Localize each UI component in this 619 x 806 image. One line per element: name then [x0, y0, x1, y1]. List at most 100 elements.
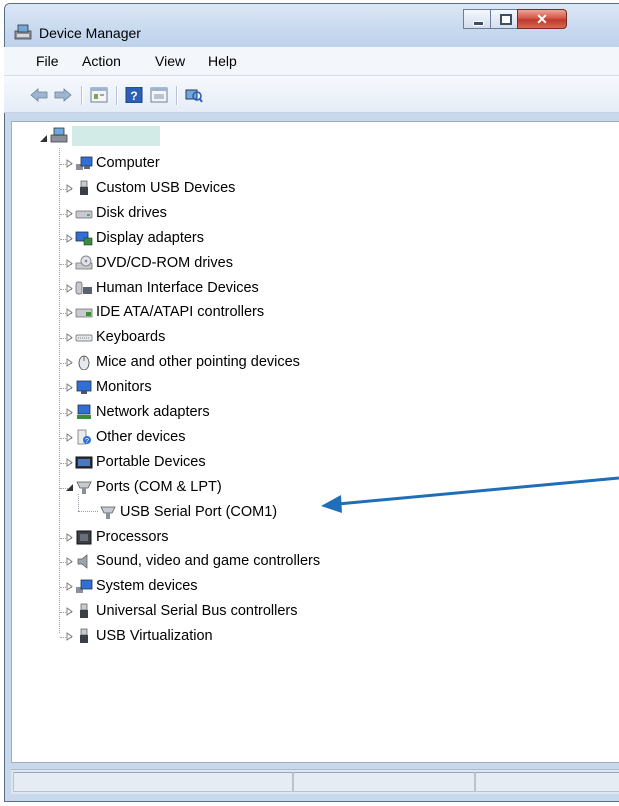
expand-icon[interactable]	[65, 258, 74, 268]
properties-icon[interactable]	[90, 87, 108, 103]
tree-item[interactable]: Human Interface Devices	[12, 277, 612, 299]
expand-icon[interactable]	[65, 233, 74, 243]
maximize-button[interactable]	[490, 9, 518, 29]
tree-item[interactable]: Disk drives	[12, 202, 612, 224]
expand-icon[interactable]	[65, 408, 74, 417]
svg-text:?: ?	[85, 438, 89, 445]
system-devices-icon	[76, 579, 93, 594]
computer-icon	[76, 156, 93, 170]
expand-icon[interactable]	[65, 532, 74, 542]
root-computer-name[interactable]	[72, 126, 160, 146]
svg-text:?: ?	[130, 89, 137, 103]
keyboard-icon	[75, 334, 93, 342]
monitor-icon	[76, 380, 92, 395]
tree-item[interactable]: ? Other devices	[12, 426, 612, 448]
tree-item[interactable]: Computer	[12, 152, 612, 174]
tree-item-label: Other devices	[96, 428, 186, 445]
tree-item-label: Network adapters	[96, 404, 210, 420]
status-bar	[11, 769, 619, 794]
tree-item[interactable]: DVD/CD-ROM drives	[12, 252, 612, 274]
ide-controller-icon	[75, 309, 93, 318]
mouse-icon	[78, 355, 90, 371]
menu-help[interactable]: Help	[208, 53, 237, 69]
status-cell-3	[475, 772, 619, 792]
back-icon[interactable]	[30, 87, 48, 103]
show-hidden-icon[interactable]	[150, 87, 168, 103]
tree-item[interactable]: Universal Serial Bus controllers	[12, 600, 612, 622]
expand-icon[interactable]	[65, 283, 74, 293]
tree-item[interactable]: IDE ATA/ATAPI controllers	[12, 301, 612, 323]
menu-action[interactable]: Action	[82, 53, 121, 69]
expand-icon[interactable]	[65, 159, 74, 168]
tree-item-label: Portable Devices	[96, 453, 206, 470]
expand-icon[interactable]	[65, 333, 74, 343]
toolbar-separator	[81, 86, 83, 105]
tree-item-label: USB Virtualization	[96, 628, 213, 645]
caption-buttons: ✕	[463, 9, 567, 31]
portable-device-icon	[75, 456, 93, 469]
tree-item[interactable]: Keyboards	[12, 326, 612, 348]
status-cell-main	[13, 772, 293, 792]
tree-item[interactable]: Portable Devices	[12, 451, 612, 473]
toolbar-separator	[116, 86, 118, 105]
tree-item-label: IDE ATA/ATAPI controllers	[96, 304, 265, 321]
scan-hardware-icon[interactable]	[185, 87, 203, 103]
window-title: Device Manager	[39, 25, 141, 41]
processor-icon	[76, 530, 92, 544]
menu-bar: File Action View Help	[4, 47, 619, 76]
root-collapse-icon[interactable]	[39, 134, 48, 143]
dvd-drive-icon	[75, 255, 93, 269]
menu-file[interactable]: File	[36, 53, 59, 69]
tree-item[interactable]: Sound, video and game controllers	[12, 550, 612, 572]
tree-item[interactable]: USB Virtualization	[12, 625, 612, 647]
expand-icon[interactable]	[65, 557, 74, 567]
expand-icon[interactable]	[65, 632, 74, 641]
tree-item[interactable]: Custom USB Devices	[12, 177, 612, 199]
tree-item-label: Sound, video and game controllers	[96, 553, 321, 570]
menu-view[interactable]: View	[155, 53, 185, 69]
tree-item-label: Display adapters	[96, 229, 204, 246]
tree-item-label: Mice and other pointing devices	[96, 354, 300, 371]
expand-icon[interactable]	[65, 208, 74, 218]
tree-item[interactable]: Ports (COM & LPT)	[12, 476, 612, 498]
close-button[interactable]: ✕	[517, 9, 567, 29]
tree-item-label: Ports (COM & LPT)	[96, 478, 222, 495]
usb-plug-icon	[80, 180, 88, 195]
toolbar-separator	[176, 86, 178, 105]
usb-plug-icon	[80, 628, 88, 644]
port-icon	[100, 506, 116, 519]
tree-item-label: DVD/CD-ROM drives	[96, 254, 233, 271]
tree-item[interactable]: System devices	[12, 575, 612, 597]
expand-icon[interactable]	[65, 308, 74, 318]
tree-item-label: Monitors	[96, 379, 152, 396]
expand-icon[interactable]	[65, 607, 74, 617]
tree-item[interactable]: Monitors	[12, 376, 612, 398]
network-adapter-icon	[77, 404, 91, 419]
tree-item[interactable]: Display adapters	[12, 227, 612, 249]
tree-item-label: System devices	[96, 578, 198, 595]
title-bar[interactable]: Device Manager ✕	[5, 4, 619, 52]
expand-icon[interactable]	[65, 457, 74, 467]
minimize-button[interactable]	[463, 9, 491, 29]
help-icon[interactable]: ?	[125, 87, 143, 103]
speaker-icon	[77, 554, 88, 570]
expand-icon[interactable]	[65, 582, 74, 592]
tree-item[interactable]: Mice and other pointing devices	[12, 351, 612, 373]
tree-item-label: USB Serial Port (COM1)	[120, 503, 278, 520]
expand-icon[interactable]	[65, 358, 74, 368]
tree-item-label: Computer	[96, 155, 160, 171]
tree-item-label: Disk drives	[96, 204, 167, 221]
tree-item[interactable]: Network adapters	[12, 401, 612, 423]
expand-icon[interactable]	[65, 184, 74, 193]
display-adapter-icon	[75, 231, 93, 245]
other-devices-icon: ?	[77, 429, 91, 445]
collapse-icon[interactable]	[65, 483, 74, 492]
usb-plug-icon	[80, 603, 88, 619]
forward-icon[interactable]	[54, 87, 72, 103]
tree-child-item[interactable]: USB Serial Port (COM1)	[12, 501, 612, 523]
expand-icon[interactable]	[65, 383, 74, 392]
tree-item-label: Custom USB Devices	[96, 179, 236, 196]
device-tree[interactable]: Computer Custom USB Devices Disk drives Dis…	[11, 121, 619, 763]
tree-item[interactable]: Processors	[12, 526, 612, 548]
expand-icon[interactable]	[65, 433, 74, 442]
